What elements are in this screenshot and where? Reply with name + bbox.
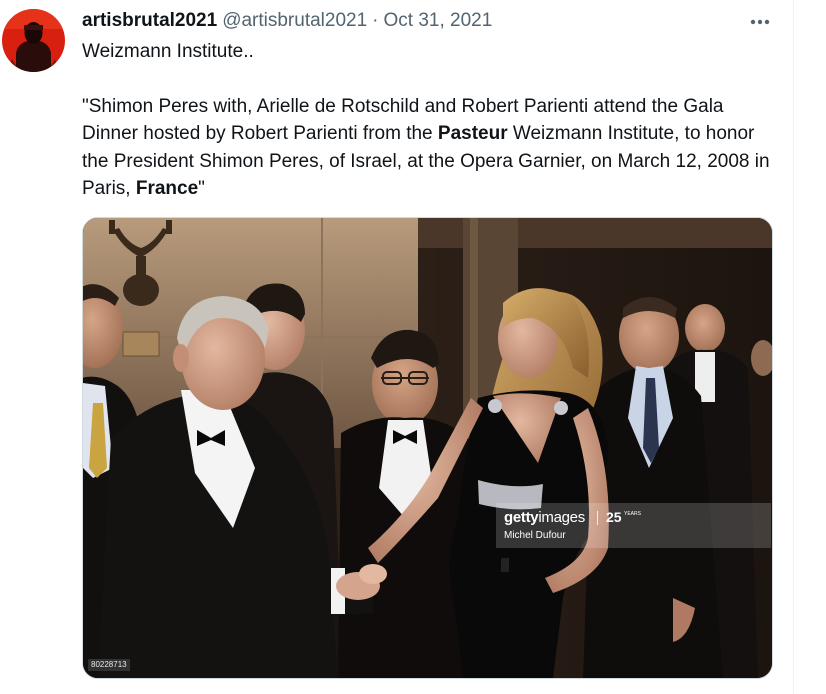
tweet-text-line-1: Weizmann Institute..: [82, 41, 254, 62]
watermark-brand-light: images: [538, 509, 585, 526]
bold-term-pasteur: Pasteur: [437, 123, 508, 144]
watermark-brand-bold: getty: [504, 509, 539, 526]
gala-photo-illustration: [83, 218, 772, 678]
bold-term-france: France: [135, 178, 199, 199]
author-display-name[interactable]: artisbrutal2021: [82, 10, 217, 32]
watermark-divider: [597, 511, 598, 525]
tweet-header: artisbrutal2021 @artisbrutal2021 · Oct 3…: [82, 9, 492, 33]
image-id-tag: 80228713: [88, 659, 130, 671]
timeline-border: [793, 0, 794, 694]
getty-watermark: gettyimages 25 YEARS Michel Dufour: [496, 503, 771, 548]
paragraph-segment-3: ": [198, 178, 205, 199]
watermark-photo-credit: Michel Dufour: [504, 530, 566, 541]
watermark-anniversary-number: 25: [606, 509, 622, 525]
watermark-anniversary-label: YEARS: [624, 511, 641, 517]
header-separator: ·: [372, 10, 379, 31]
tweet-text-paragraph: "Shimon Peres with, Arielle de Rotschild…: [82, 93, 782, 203]
red-portrait-avatar-icon: [2, 9, 65, 72]
tweet-timestamp[interactable]: Oct 31, 2021: [384, 10, 493, 32]
avatar[interactable]: [2, 9, 65, 72]
more-horizontal-icon: [750, 19, 770, 25]
tweet-photo[interactable]: gettyimages 25 YEARS Michel Dufour 80228…: [82, 217, 773, 679]
more-options-button[interactable]: [742, 8, 778, 36]
tweet-text: Weizmann Institute.. "Shimon Peres with,…: [82, 38, 782, 203]
author-handle[interactable]: @artisbrutal2021: [222, 10, 367, 32]
tweet-view: artisbrutal2021 @artisbrutal2021 · Oct 3…: [0, 0, 826, 694]
watermark-brand: gettyimages: [504, 509, 585, 526]
